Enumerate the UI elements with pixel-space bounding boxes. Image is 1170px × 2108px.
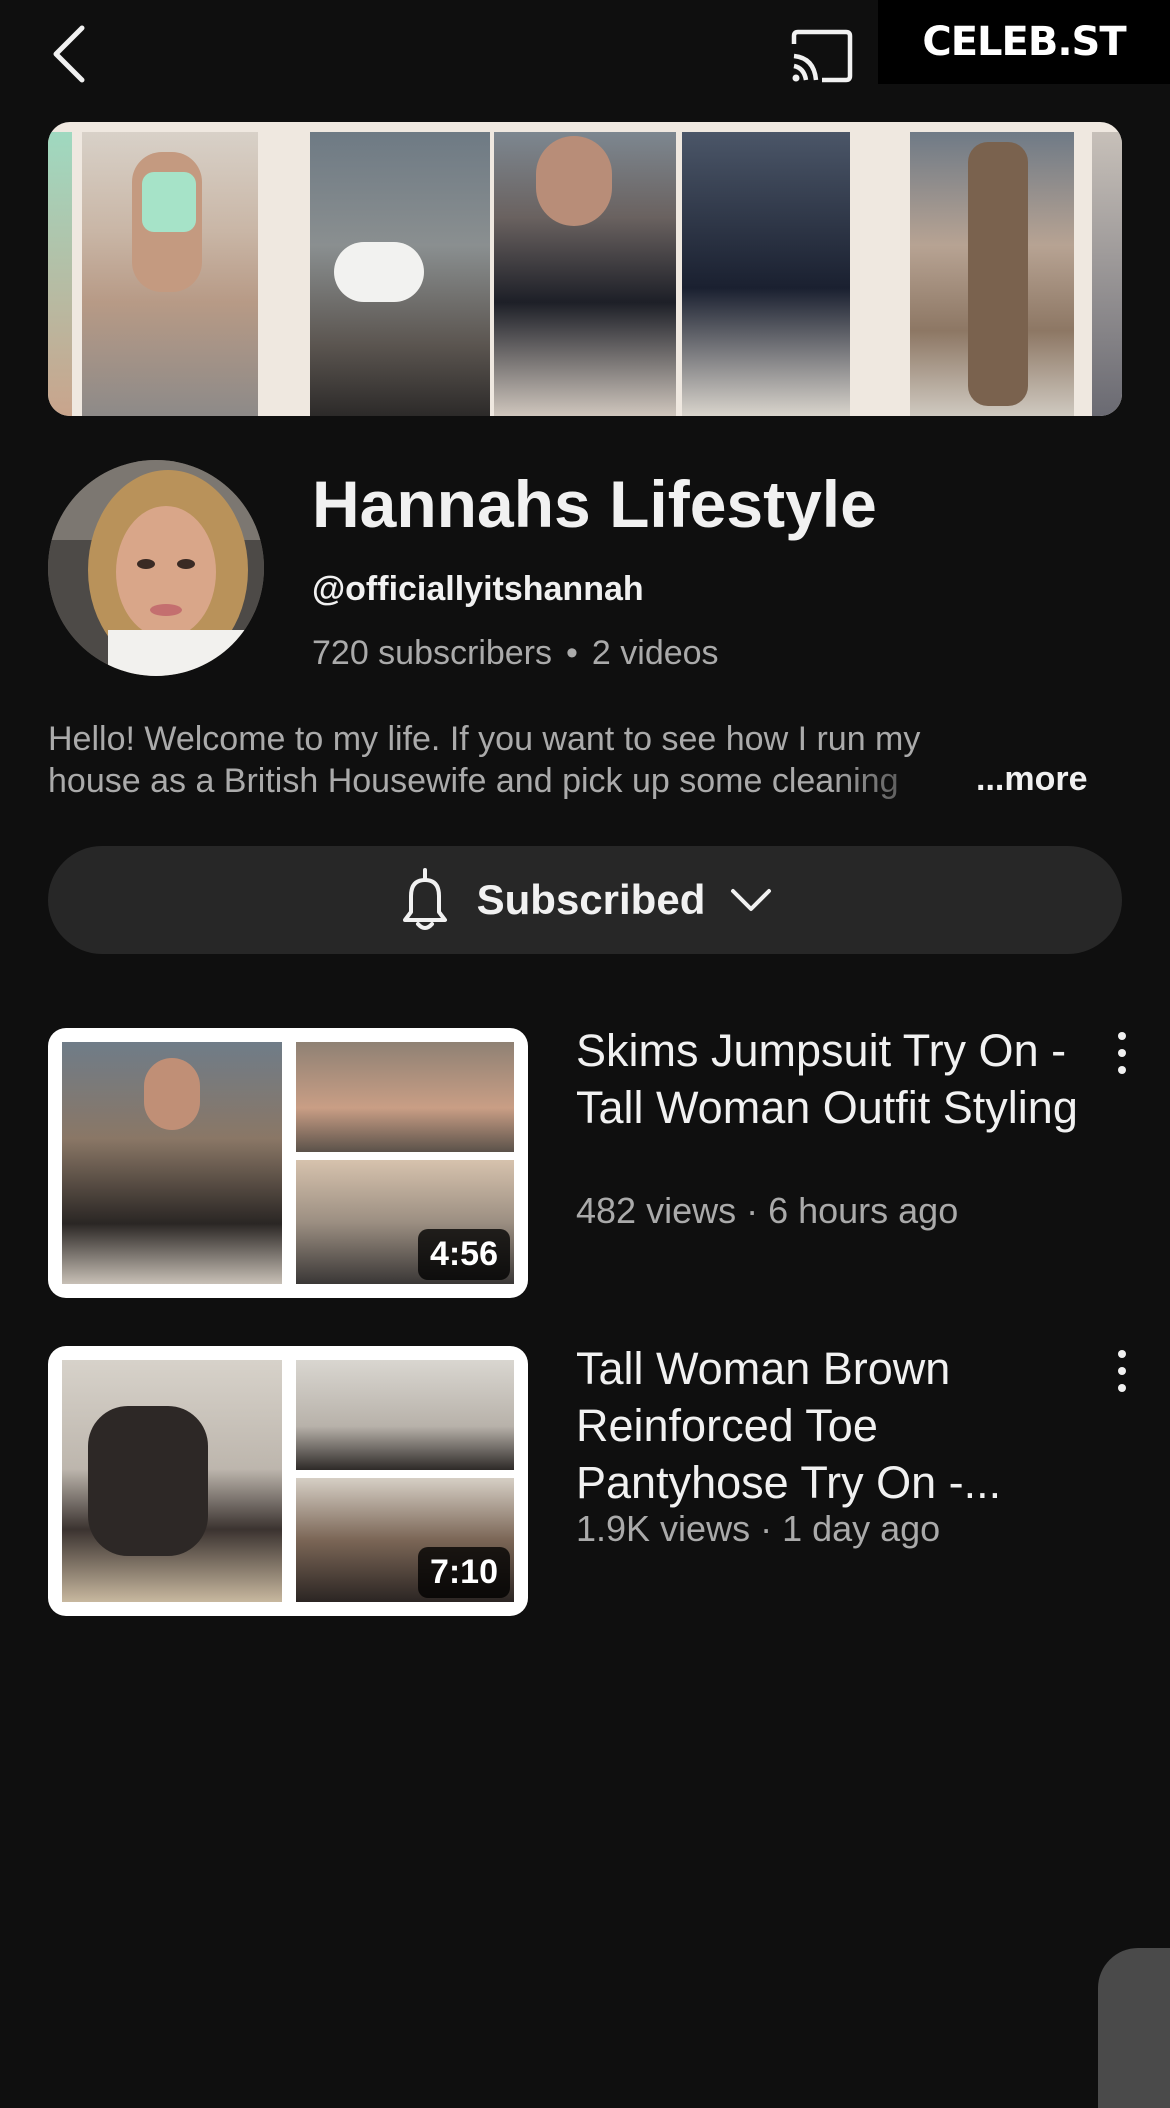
video-meta: 1.9K views · 1 day ago [576, 1508, 941, 1549]
description-line-1: Hello! Welcome to my life. If you want t… [48, 720, 921, 758]
video-duration: 4:56 [417, 1229, 510, 1280]
video-thumbnail[interactable]: 7:10 [48, 1346, 528, 1616]
video-options-button[interactable] [1104, 1026, 1140, 1080]
subscriber-count: 720 subscribers [312, 634, 553, 672]
bell-icon [402, 868, 447, 930]
subscribed-button[interactable]: Subscribed [48, 846, 1122, 954]
channel-avatar[interactable] [48, 460, 264, 676]
description-line-2: house as a British Housewife and pick up… [48, 762, 899, 800]
video-title[interactable]: Tall Woman Brown Reinforced Toe Pantyhos… [576, 1340, 1096, 1511]
stats-separator: • [566, 634, 578, 672]
more-vertical-icon [1118, 1032, 1126, 1074]
avatar-image [48, 460, 264, 676]
cast-button[interactable] [788, 28, 854, 84]
video-title[interactable]: Skims Jumpsuit Try On - Tall Woman Outfi… [576, 1022, 1096, 1136]
cast-icon [791, 29, 853, 83]
video-meta: 482 views · 6 hours ago [576, 1190, 959, 1231]
more-vertical-icon [1118, 1350, 1126, 1392]
video-options-button[interactable] [1104, 1344, 1140, 1398]
channel-stats: 720 subscribers • 2 videos [312, 634, 719, 673]
back-button[interactable] [48, 22, 92, 86]
description-more-link[interactable]: ...more [976, 760, 1087, 799]
chevron-left-icon [53, 25, 85, 83]
video-thumbnail[interactable]: 4:56 [48, 1028, 528, 1298]
top-bar: CELEB.ST [0, 0, 1170, 110]
channel-banner [48, 122, 1122, 416]
channel-description[interactable]: Hello! Welcome to my life. If you want t… [48, 718, 1098, 802]
channel-name: Hannahs Lifestyle [312, 467, 877, 541]
watermark-text: CELEB.ST [922, 19, 1126, 65]
chevron-down-icon [731, 889, 772, 911]
floating-action-button[interactable] [1098, 1948, 1170, 2108]
video-duration: 7:10 [417, 1547, 510, 1598]
subscribed-label: Subscribed [476, 876, 706, 923]
video-count: 2 videos [591, 634, 719, 672]
channel-handle: @officiallyitshannah [312, 570, 644, 608]
watermark-logo: CELEB.ST [878, 0, 1170, 84]
